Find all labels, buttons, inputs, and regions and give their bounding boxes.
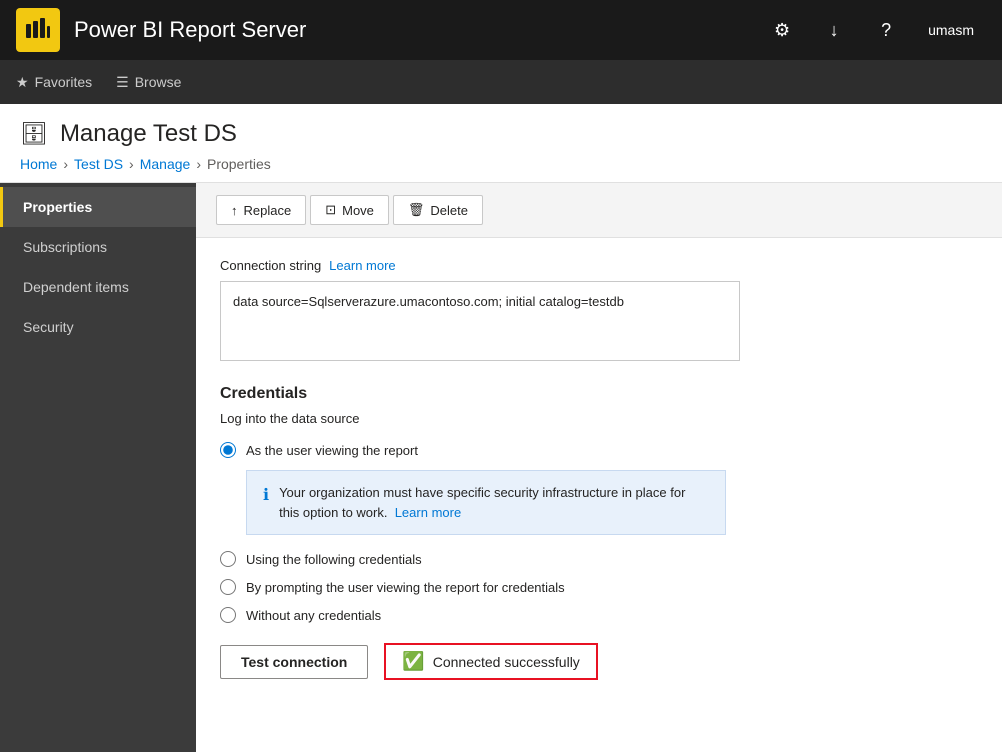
- top-bar-actions: ⚙ ↓ ? umasm: [760, 8, 986, 52]
- credentials-subtitle: Log into the data source: [220, 411, 978, 426]
- content-area: ↑ Replace ⊡ Move 🗑 Delete Connection str…: [196, 183, 1002, 752]
- move-icon: ⊡: [325, 202, 336, 218]
- sidebar-item-security[interactable]: Security: [0, 307, 196, 347]
- page-title-row: 🗄 Manage Test DS: [20, 120, 982, 148]
- breadcrumb-sep-2: ›: [129, 156, 134, 172]
- datasource-icon: 🗄: [20, 121, 48, 147]
- test-connection-button[interactable]: Test connection: [220, 645, 368, 679]
- star-icon: ★: [16, 74, 29, 91]
- top-bar: Power BI Report Server ⚙ ↓ ? umasm: [0, 0, 1002, 60]
- connection-string-label: Connection string Learn more: [220, 258, 978, 273]
- delete-label: Delete: [430, 203, 468, 218]
- browse-nav[interactable]: ☰ Browse: [116, 74, 181, 91]
- sidebar: Properties Subscriptions Dependent items…: [0, 183, 196, 752]
- sidebar-item-properties[interactable]: Properties: [0, 187, 196, 227]
- sidebar-subscriptions-label: Subscriptions: [23, 239, 107, 255]
- browse-icon: ☰: [116, 74, 129, 91]
- page-header: 🗄 Manage Test DS Home › Test DS › Manage…: [0, 104, 1002, 183]
- breadcrumb-manage[interactable]: Manage: [140, 156, 191, 172]
- radio-no-credentials-input[interactable]: [220, 607, 236, 623]
- info-learn-more[interactable]: Learn more: [395, 505, 461, 520]
- breadcrumb-sep-3: ›: [196, 156, 201, 172]
- replace-icon: ↑: [231, 203, 238, 218]
- radio-using-following[interactable]: Using the following credentials: [220, 551, 978, 567]
- radio-user-viewing-input[interactable]: [220, 442, 236, 458]
- delete-button[interactable]: 🗑 Delete: [393, 195, 483, 225]
- delete-icon: 🗑: [408, 202, 425, 218]
- info-box-text: Your organization must have specific sec…: [279, 483, 709, 522]
- toolbar: ↑ Replace ⊡ Move 🗑 Delete: [196, 183, 1002, 238]
- success-badge: ✅ Connected successfully: [384, 643, 598, 680]
- replace-label: Replace: [244, 203, 292, 218]
- breadcrumb-home[interactable]: Home: [20, 156, 57, 172]
- breadcrumb-testds[interactable]: Test DS: [74, 156, 123, 172]
- app-logo: [16, 8, 60, 52]
- info-icon: ℹ: [263, 484, 269, 522]
- radio-prompting-label: By prompting the user viewing the report…: [246, 580, 565, 595]
- download-button[interactable]: ↓: [812, 8, 856, 52]
- help-button[interactable]: ?: [864, 8, 908, 52]
- radio-user-viewing[interactable]: As the user viewing the report: [220, 442, 978, 458]
- breadcrumb: Home › Test DS › Manage › Properties: [20, 156, 982, 172]
- radio-no-credentials-label: Without any credentials: [246, 608, 381, 623]
- credentials-title: Credentials: [220, 385, 978, 403]
- app-title: Power BI Report Server: [74, 17, 760, 43]
- info-box: ℹ Your organization must have specific s…: [246, 470, 726, 535]
- sidebar-item-subscriptions[interactable]: Subscriptions: [0, 227, 196, 267]
- sidebar-dependent-label: Dependent items: [23, 279, 129, 295]
- user-menu[interactable]: umasm: [916, 22, 986, 38]
- inner-content: Connection string Learn more Credentials…: [196, 238, 1002, 752]
- test-connection-area: Test connection ✅ Connected successfully: [220, 643, 978, 680]
- radio-prompting-input[interactable]: [220, 579, 236, 595]
- radio-no-credentials[interactable]: Without any credentials: [220, 607, 978, 623]
- favorites-label: Favorites: [35, 74, 93, 90]
- radio-prompting[interactable]: By prompting the user viewing the report…: [220, 579, 978, 595]
- page-title: Manage Test DS: [60, 120, 237, 148]
- radio-using-following-input[interactable]: [220, 551, 236, 567]
- settings-button[interactable]: ⚙: [760, 8, 804, 52]
- breadcrumb-sep-1: ›: [63, 156, 68, 172]
- sidebar-properties-label: Properties: [23, 199, 92, 215]
- breadcrumb-current: Properties: [207, 156, 271, 172]
- sidebar-item-dependent-items[interactable]: Dependent items: [0, 267, 196, 307]
- radio-using-following-label: Using the following credentials: [246, 552, 422, 567]
- move-button[interactable]: ⊡ Move: [310, 195, 389, 225]
- success-icon: ✅: [402, 651, 424, 672]
- browse-label: Browse: [135, 74, 182, 90]
- connection-string-input[interactable]: [220, 281, 740, 361]
- move-label: Move: [342, 203, 374, 218]
- main-layout: Properties Subscriptions Dependent items…: [0, 183, 1002, 752]
- radio-user-viewing-label: As the user viewing the report: [246, 443, 418, 458]
- favorites-nav[interactable]: ★ Favorites: [16, 74, 92, 91]
- sidebar-security-label: Security: [23, 319, 74, 335]
- success-text: Connected successfully: [433, 654, 580, 670]
- second-bar: ★ Favorites ☰ Browse: [0, 60, 1002, 104]
- connection-string-learn-more[interactable]: Learn more: [329, 258, 395, 273]
- replace-button[interactable]: ↑ Replace: [216, 195, 306, 225]
